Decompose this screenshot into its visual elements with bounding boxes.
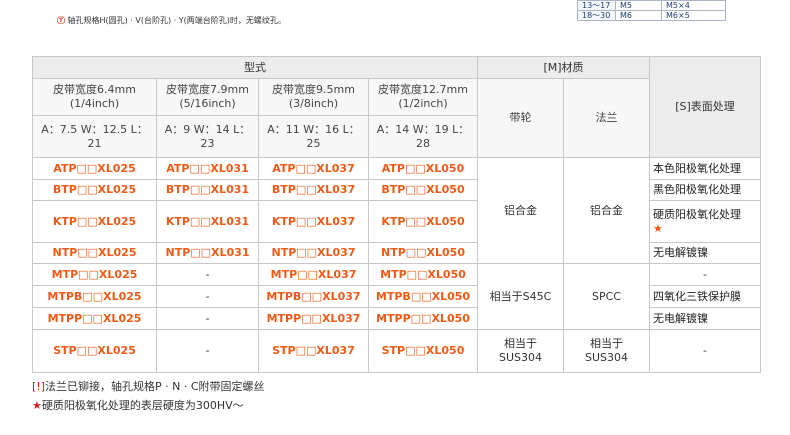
part-number-link[interactable]: MTPB□□XL025 (32, 285, 157, 308)
part-number-link[interactable]: NTP□□XL031 (156, 242, 259, 264)
part-number-link[interactable]: KTP□□XL037 (258, 200, 369, 243)
pulley-material: 相当于 SUS304 (477, 329, 564, 373)
part-number-link[interactable]: NTP□□XL037 (258, 242, 369, 264)
flange-material: 相当于 SUS304 (562, 329, 651, 373)
dims-cell: A：7.5 W：12.5 L：21 (32, 115, 157, 158)
table-row: KTP□□XL025 KTP□□XL031 KTP□□XL037 KTP□□XL… (32, 200, 762, 243)
surface-treatment: 无电解镀镍 (649, 242, 762, 264)
header-row: 型式 [M]材质 [S]表面处理 (32, 56, 762, 158)
footnote-flange: [!]法兰已铆接，轴孔规格P · N · C附带固定螺丝 (32, 378, 265, 394)
part-number-link[interactable]: KTP□□XL025 (32, 200, 157, 243)
surface-treatment: 黑色阳极氧化处理 (649, 179, 762, 201)
table-row: 13～17 M5 M5×4 (577, 0, 726, 11)
part-number-link[interactable]: MTPP□□XL025 (32, 307, 157, 330)
table-row: MTPB□□XL025 - MTPB□□XL037 MTPB□□XL050 四氧… (32, 285, 762, 308)
table-row: BTP□□XL025 BTP□□XL031 BTP□□XL037 BTP□□XL… (32, 179, 762, 201)
part-number-link[interactable]: ATP□□XL050 (368, 157, 478, 180)
part-number-link[interactable]: KTP□□XL050 (368, 200, 478, 243)
part-number-link[interactable]: NTP□□XL025 (32, 242, 157, 264)
flange-header: 法兰 (562, 78, 651, 158)
surface-treatment: 本色阳极氧化处理 (649, 157, 762, 180)
bore-note: Ⓣ 轴孔规格H(圆孔) · V(台阶孔) · Y(两端台阶孔)时，无螺纹孔。 (57, 15, 286, 26)
pulley-material: 相当于S45C (477, 263, 564, 330)
material-header: [M]材质 (476, 56, 651, 79)
unavailable-cell: - (156, 329, 259, 373)
bore-range-cell: 18～30 (577, 10, 616, 21)
star-icon: ★ (32, 399, 42, 412)
screw-size-cell: M5×4 (661, 0, 726, 11)
width-header-1: 皮带宽度6.4mm (1/4inch) (32, 78, 157, 116)
surface-treatment: 四氧化三铁保护膜 (649, 285, 762, 308)
table-row: NTP□□XL025 NTP□□XL031 NTP□□XL037 NTP□□XL… (32, 242, 762, 264)
unavailable-cell: - (156, 263, 259, 286)
table-row: ATP□□XL025 ATP□□XL031 ATP□□XL037 ATP□□XL… (32, 157, 762, 264)
part-number-link[interactable]: ATP□□XL037 (258, 157, 369, 180)
dims-cell: A：14 W：19 L：28 (368, 115, 478, 158)
part-number-link[interactable]: MTP□□XL025 (32, 263, 157, 286)
surface-treatment: 无电解镀镍 (649, 307, 762, 330)
part-number-link[interactable]: MTPP□□XL037 (258, 307, 369, 330)
footnote-text: 法兰已铆接，轴孔规格P · N · C附带固定螺丝 (45, 380, 265, 393)
table-row: STP□□XL025 - STP□□XL037 STP□□XL050 相当于 S… (32, 329, 762, 373)
part-number-link[interactable]: BTP□□XL050 (368, 179, 478, 201)
width-header-4: 皮带宽度12.7mm (1/2inch) (368, 78, 478, 116)
flange-material: 铝合金 (562, 157, 651, 264)
part-number-link[interactable]: STP□□XL025 (32, 329, 157, 373)
width-header-2: 皮带宽度7.9mm (5/16inch) (156, 78, 259, 116)
star-icon: ★ (653, 221, 663, 235)
screw-size-cell: M6×5 (661, 10, 726, 21)
pulley-header: 带轮 (477, 78, 564, 158)
screw-cell: M6 (615, 10, 662, 21)
part-number-link[interactable]: MTP□□XL050 (368, 263, 478, 286)
tap-icon: Ⓣ (57, 16, 65, 25)
bore-note-text: 轴孔规格H(圆孔) · V(台阶孔) · Y(两端台阶孔)时，无螺纹孔。 (67, 16, 286, 25)
part-number-link[interactable]: MTPB□□XL050 (368, 285, 478, 308)
surface-treatment: 硬质阳极氧化处理 ★ (649, 200, 762, 243)
type-header: 型式 (32, 56, 478, 79)
surface-header: [S]表面处理 (649, 56, 762, 158)
dims-cell: A：11 W：16 L：25 (258, 115, 369, 158)
part-number-link[interactable]: MTPB□□XL037 (258, 285, 369, 308)
pulley-material: 铝合金 (477, 157, 564, 264)
pulley-spec-table: 型式 [M]材质 [S]表面处理 皮带宽度6.4mm (1/4inch) 皮带宽度… (32, 56, 762, 373)
part-number-link[interactable]: ATP□□XL025 (32, 157, 157, 180)
width-header-3: 皮带宽度9.5mm (3/8inch) (258, 78, 369, 116)
part-number-link[interactable]: NTP□□XL050 (368, 242, 478, 264)
dims-cell: A：9 W：14 L：23 (156, 115, 259, 158)
surface-treatment: - (649, 329, 762, 373)
table-row: MTPP□□XL025 - MTPP□□XL037 MTPP□□XL050 无电… (32, 307, 762, 330)
bore-range-cell: 13～17 (577, 0, 616, 11)
table-row: MTP□□XL025 - MTP□□XL037 MTP□□XL050 相当于S4… (32, 263, 762, 330)
table-row: 18～30 M6 M6×5 (577, 10, 726, 21)
part-number-link[interactable]: BTP□□XL031 (156, 179, 259, 201)
part-number-link[interactable]: ATP□□XL031 (156, 157, 259, 180)
unavailable-cell: - (156, 307, 259, 330)
part-number-link[interactable]: MTP□□XL037 (258, 263, 369, 286)
footnote-text: 硬质阳极氧化处理的表层硬度为300HV～ (41, 399, 244, 412)
surface-treatment: - (649, 263, 762, 286)
part-number-link[interactable]: STP□□XL037 (258, 329, 369, 373)
part-number-link[interactable]: BTP□□XL037 (258, 179, 369, 201)
screw-cell: M5 (615, 0, 662, 11)
flange-material: SPCC (562, 263, 651, 330)
part-number-link[interactable]: BTP□□XL025 (32, 179, 157, 201)
footnote-hardness: ★硬质阳极氧化处理的表层硬度为300HV～ (32, 397, 244, 413)
part-number-link[interactable]: KTP□□XL031 (156, 200, 259, 243)
unavailable-cell: - (156, 285, 259, 308)
part-number-link[interactable]: STP□□XL050 (368, 329, 478, 373)
screw-size-table: 13～17 M5 M5×4 18～30 M6 M6×5 (577, 0, 726, 21)
part-number-link[interactable]: MTPP□□XL050 (368, 307, 478, 330)
warning-icon: [!] (32, 380, 45, 393)
